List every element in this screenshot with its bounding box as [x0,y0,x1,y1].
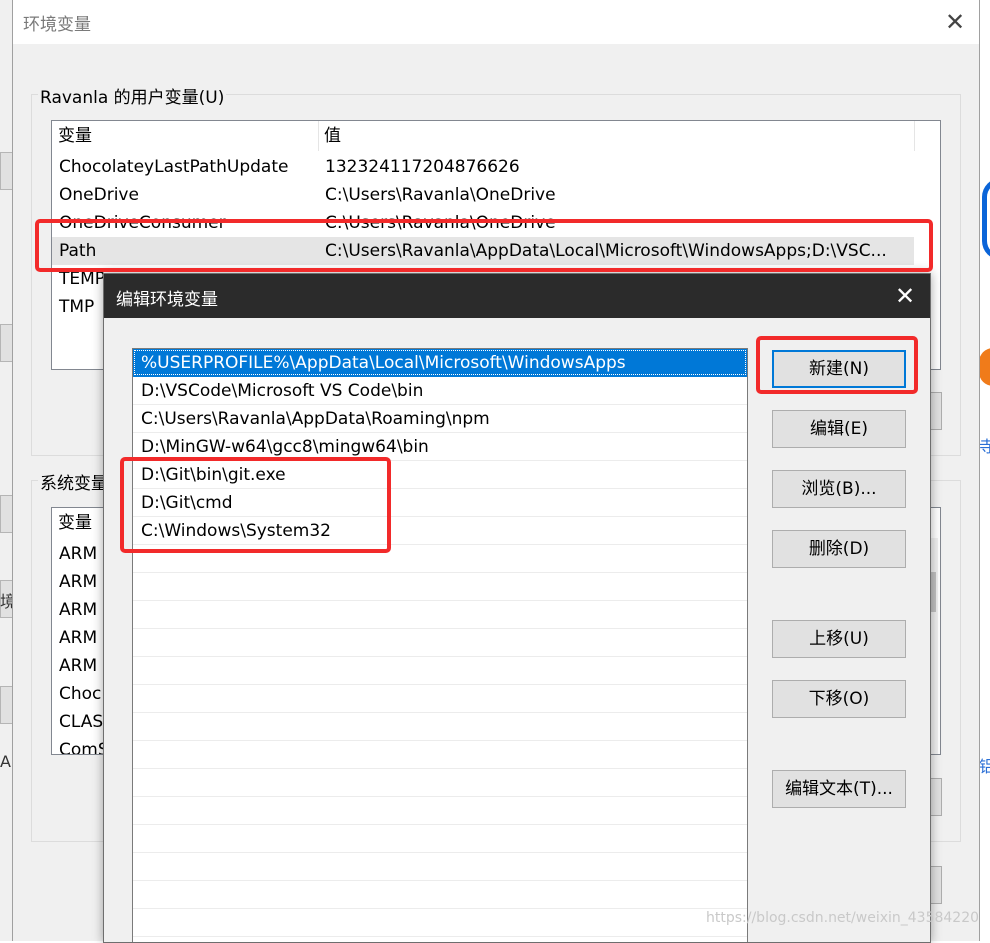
path-item-empty[interactable] [133,853,747,881]
path-item-empty[interactable] [133,825,747,853]
move-up-button[interactable]: 上移(U) [772,620,906,658]
watermark: https://blog.csdn.net/weixin_43584220 [706,910,980,926]
system-variables-button-partial[interactable] [930,778,942,816]
path-item[interactable]: D:\VSCode\Microsoft VS Code\bin [133,377,747,405]
path-item-empty[interactable] [133,797,747,825]
path-item-empty[interactable] [133,657,747,685]
delete-button[interactable]: 删除(D) [772,530,906,568]
background-logo [982,178,990,260]
edit-button[interactable]: 编辑(E) [772,410,906,448]
user-variables-button-partial[interactable] [930,392,942,430]
annotation-box-path-row [35,219,933,272]
path-item-selected[interactable]: %USERPROFILE%\AppData\Local\Microsoft\Wi… [133,349,747,377]
variable-name: ARM [59,656,98,676]
table-row[interactable]: OneDrive C:\Users\Ravanla\OneDrive [52,181,914,209]
path-item-empty[interactable] [133,601,747,629]
window-title: 环境变量 [23,15,91,35]
variable-name: ARM [59,572,98,592]
variable-name: Choc [59,684,102,704]
variable-name: OneDrive [59,185,139,205]
path-text: C:\Users\Ravanla\AppData\Roaming\npm [141,409,490,429]
path-item-empty[interactable] [133,881,747,909]
edit-text-button[interactable]: 编辑文本(T)... [772,770,906,808]
variable-name: ComS [59,740,109,755]
variable-name: ARM [59,544,98,564]
variable-name: TMP [59,297,95,317]
dialog-title: 编辑环境变量 [116,290,218,310]
user-variables-label: Ravanla 的用户变量(U) [38,83,227,108]
variable-value: C:\Users\Ravanla\OneDrive [325,185,556,205]
column-header-variable[interactable]: 变量 [52,121,319,151]
window-titlebar: 环境变量 ✕ [13,0,979,44]
move-down-button[interactable]: 下移(O) [772,680,906,718]
variable-value: 132324117204876626 [325,157,520,177]
browse-button[interactable]: 浏览(B)... [772,470,906,508]
table-row[interactable]: ChocolateyLastPathUpdate 132324117204876… [52,153,914,181]
ok-button-partial[interactable] [930,866,942,904]
path-item[interactable]: C:\Users\Ravanla\AppData\Roaming\npm [133,405,747,433]
annotation-box-new-button [756,336,918,394]
variable-name: CLAS [59,712,104,732]
dialog-titlebar: 编辑环境变量 ✕ [104,274,930,318]
path-item-empty[interactable] [133,685,747,713]
background-text: A [0,752,11,771]
path-list[interactable]: %USERPROFILE%\AppData\Local\Microsoft\Wi… [132,348,748,942]
focus-rectangle [134,350,746,375]
path-text: D:\MinGW-w64\gcc8\mingw64\bin [141,437,429,457]
system-variables-label: 系统变量 [38,469,110,494]
background-text: 寺 [979,437,990,456]
variable-name: ChocolateyLastPathUpdate [59,157,289,177]
column-header-value[interactable]: 值 [318,121,915,151]
path-item-empty[interactable] [133,769,747,797]
path-text: D:\VSCode\Microsoft VS Code\bin [141,381,424,401]
close-icon[interactable]: ✕ [939,6,971,38]
background-text: 铝 [979,757,990,776]
path-item-empty[interactable] [133,909,747,937]
variable-name: ARM [59,628,98,648]
close-icon[interactable]: ✕ [888,280,922,314]
path-item-empty[interactable] [133,629,747,657]
variable-name: ARM [59,600,98,620]
path-item-empty[interactable] [133,741,747,769]
annotation-box-git-paths [120,457,391,553]
table-header: 变量 值 [52,121,915,151]
path-item-empty[interactable] [133,713,747,741]
path-item-empty[interactable] [133,573,747,601]
